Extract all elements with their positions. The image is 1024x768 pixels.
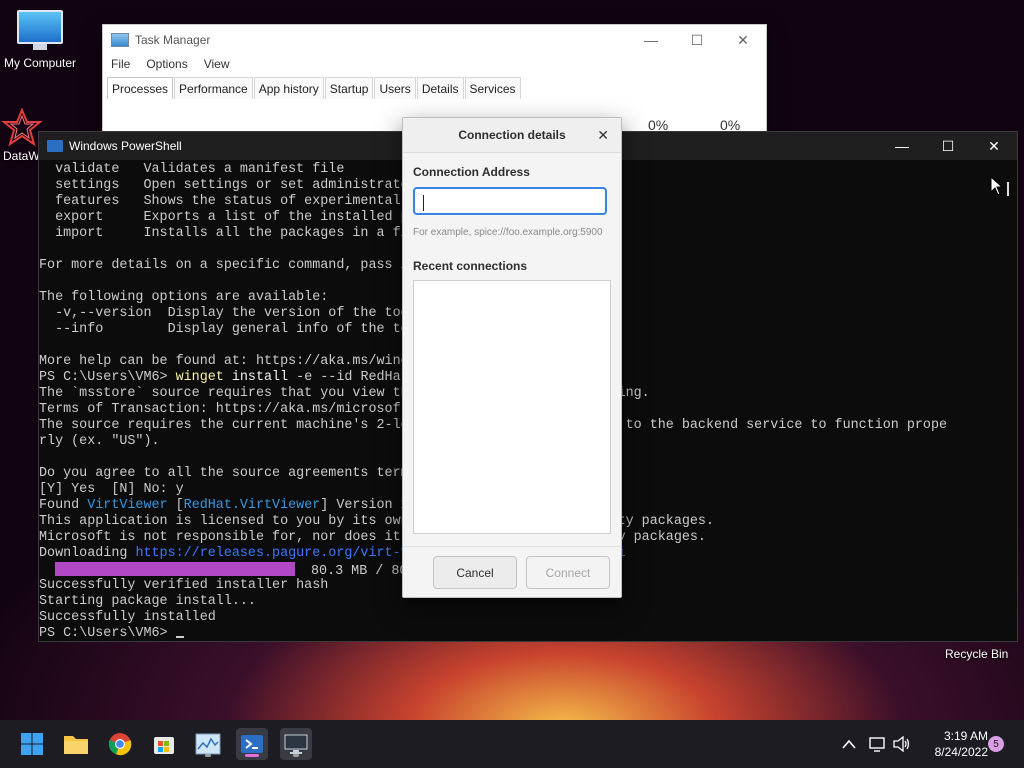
mouse-pointer-icon bbox=[990, 176, 1004, 196]
desktop-icon-label: My Computer bbox=[3, 56, 77, 70]
terminal-line: PS C:\Users\VM6> bbox=[39, 626, 1017, 641]
folder-icon bbox=[64, 736, 88, 754]
download-progress-bar bbox=[55, 562, 295, 576]
recycle-bin-label[interactable]: Recycle Bin bbox=[945, 647, 1008, 661]
menu-options[interactable]: Options bbox=[146, 57, 187, 71]
chrome-icon bbox=[108, 733, 132, 756]
notification-badge[interactable]: 5 bbox=[988, 736, 1004, 752]
tab-services[interactable]: Services bbox=[464, 77, 521, 99]
dialog-header: Connection details ✕ bbox=[403, 118, 621, 153]
task-manager-icon bbox=[195, 733, 221, 755]
address-hint: For example, spice://foo.example.org:590… bbox=[413, 227, 603, 238]
close-icon[interactable]: ✕ bbox=[597, 127, 609, 144]
close-button[interactable]: ✕ bbox=[720, 32, 766, 49]
dialog-title: Connection details bbox=[458, 128, 566, 142]
volume-status[interactable] bbox=[893, 720, 911, 768]
running-indicator bbox=[293, 754, 299, 757]
task-manager-menubar: File Options View bbox=[103, 55, 766, 73]
tab-processes[interactable]: Processes bbox=[107, 77, 174, 99]
chevron-up-icon bbox=[842, 739, 856, 749]
powershell-icon bbox=[241, 735, 263, 753]
maximize-button[interactable]: ☐ bbox=[674, 32, 720, 49]
taskbar-task-manager[interactable] bbox=[192, 728, 224, 760]
taskbar: 3:19 AM 8/24/2022 bbox=[0, 720, 1024, 768]
taskbar-store[interactable] bbox=[148, 728, 180, 760]
start-button[interactable] bbox=[16, 728, 48, 760]
desktop-icon-dataw[interactable]: DataW bbox=[0, 107, 43, 163]
text-caret bbox=[423, 195, 424, 211]
menu-view[interactable]: View bbox=[204, 57, 230, 71]
desktop-icon-label: DataW bbox=[3, 149, 40, 163]
close-button[interactable]: ✕ bbox=[971, 138, 1017, 155]
terminal-line: Successfully installed bbox=[39, 610, 216, 625]
tab-startup[interactable]: Startup bbox=[324, 77, 374, 99]
tab-details[interactable]: Details bbox=[416, 77, 464, 99]
speaker-icon bbox=[893, 736, 910, 752]
download-progress-text: 80.3 MB / 80 bbox=[311, 564, 408, 579]
show-hidden-icons[interactable] bbox=[842, 720, 856, 768]
powershell-title: Windows PowerShell bbox=[69, 139, 182, 153]
connection-address-input[interactable] bbox=[413, 187, 607, 215]
taskbar-powershell[interactable] bbox=[236, 728, 268, 760]
running-indicator bbox=[205, 754, 211, 757]
minimize-button[interactable]: — bbox=[879, 138, 925, 155]
windows-logo-icon bbox=[21, 733, 43, 755]
desktop-icon-my-computer[interactable]: My Computer bbox=[2, 10, 78, 70]
menu-file[interactable]: File bbox=[111, 57, 130, 71]
task-manager-icon bbox=[111, 33, 129, 47]
task-manager-titlebar[interactable]: Task Manager — ☐ ✕ bbox=[103, 25, 766, 55]
clock-date: 8/24/2022 bbox=[934, 745, 988, 759]
taskbar-chrome[interactable] bbox=[104, 728, 136, 760]
network-status[interactable] bbox=[869, 720, 887, 768]
minimize-button[interactable]: — bbox=[628, 32, 674, 49]
dialog-footer: Cancel Connect bbox=[403, 546, 621, 597]
maximize-button[interactable]: ☐ bbox=[925, 138, 971, 155]
clock-time: 3:19 AM bbox=[943, 729, 988, 743]
terminal-cursor bbox=[175, 636, 184, 638]
connection-details-dialog[interactable]: Connection details ✕ Connection Address … bbox=[402, 117, 622, 598]
active-indicator bbox=[245, 754, 259, 757]
store-icon bbox=[154, 737, 174, 754]
cancel-button[interactable]: Cancel bbox=[433, 556, 517, 589]
connection-address-label: Connection Address bbox=[413, 165, 530, 179]
monitor-icon bbox=[17, 10, 63, 44]
powershell-icon bbox=[47, 140, 63, 152]
connect-button[interactable]: Connect bbox=[526, 556, 610, 589]
terminal-scrollbar[interactable] bbox=[1007, 182, 1009, 196]
network-icon bbox=[869, 737, 885, 752]
system-clock[interactable]: 3:19 AM 8/24/2022 bbox=[918, 728, 988, 760]
task-manager-title: Task Manager bbox=[135, 33, 211, 47]
remote-viewer-icon bbox=[284, 734, 308, 754]
taskbar-file-explorer[interactable] bbox=[60, 728, 92, 760]
task-manager-tabs: Processes Performance App history Startu… bbox=[103, 77, 766, 99]
tab-app-history[interactable]: App history bbox=[253, 77, 324, 99]
recent-connections-list[interactable] bbox=[413, 280, 611, 534]
tab-users[interactable]: Users bbox=[374, 77, 416, 99]
tab-performance[interactable]: Performance bbox=[174, 77, 253, 99]
recent-connections-label: Recent connections bbox=[413, 259, 528, 273]
taskbar-remote-viewer[interactable] bbox=[280, 728, 312, 760]
